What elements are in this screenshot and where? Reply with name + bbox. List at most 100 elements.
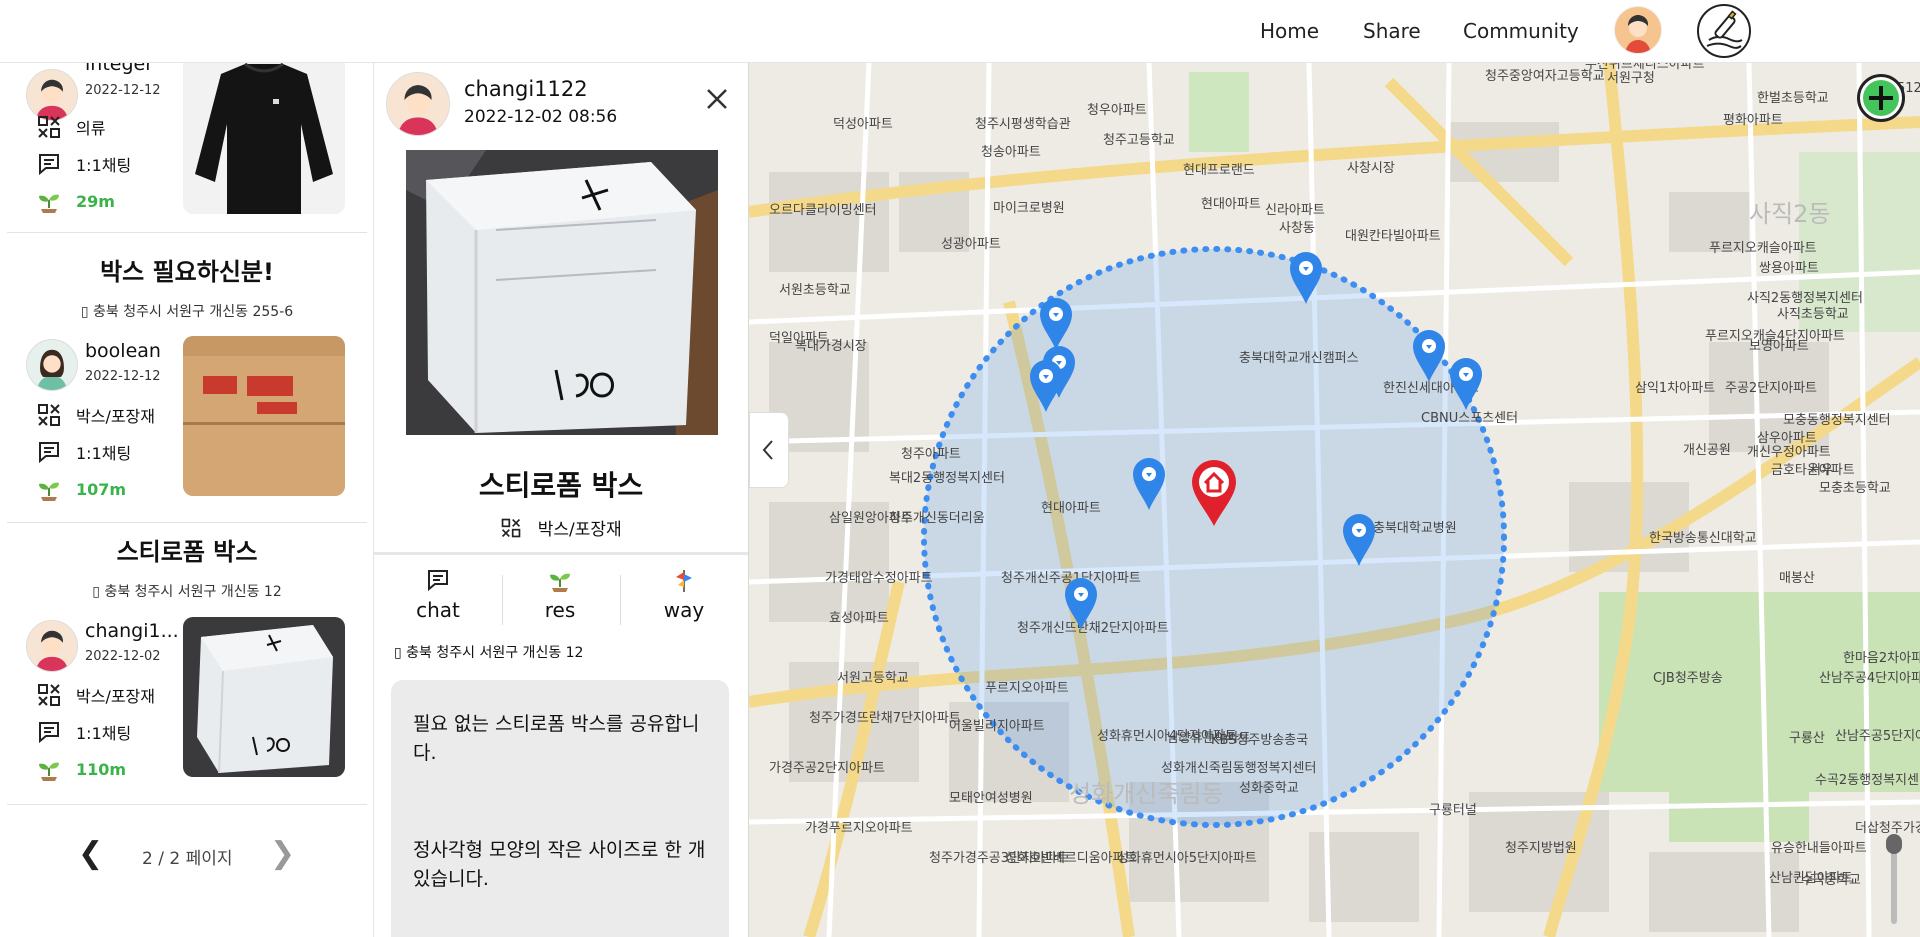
post-date: 2022-12-02: [85, 649, 161, 664]
page-indicator: 2 / 2 페이지: [142, 849, 233, 869]
map-label: 청주지방법원: [1505, 841, 1577, 856]
profile-avatar-icon: [1615, 7, 1661, 53]
post-detail-panel: changi1122 2022-12-02 08:56 스티로폼 박스 박스/포…: [374, 62, 749, 937]
map-view[interactable]: 서원구청 청주중앙여자고등학교 한벌초등학교 덕성아파트 청주시평생학습관 청우아파트 청송…: [749, 62, 1920, 937]
description-box: 필요 없는 스티로폼 박스를 공유합니다. 정사각형 모양의 작은 사이즈로 한…: [391, 680, 729, 937]
map-label: 수곡2동행정복지센터: [1815, 772, 1920, 788]
post-card[interactable]: 스티로폼 박스 ▯ 충북 청주시 서원구 개신동 12 changi1... 2…: [7, 522, 367, 805]
map-label: 성화중학교: [1239, 781, 1299, 796]
res-action-label: res: [544, 598, 576, 622]
map-label: 보영아파트: [1749, 339, 1809, 354]
map-label: 푸르지오캐슬아파트: [1709, 241, 1817, 256]
plus-icon: [1863, 80, 1899, 116]
post-datetime: 2022-12-02 08:56: [464, 107, 618, 127]
map-label: 사창동: [1279, 221, 1315, 236]
category-label: 의류: [76, 119, 106, 138]
close-icon: [707, 89, 727, 109]
zoom-slider-handle[interactable]: [1886, 834, 1902, 854]
map-icon: ▯: [80, 304, 89, 320]
map-label: 현대아파트: [1041, 501, 1101, 516]
map-label: 가경주공2단지아파트: [769, 761, 885, 776]
detail-category: 박스/포장재: [374, 515, 748, 540]
map-label: 마이크로병원: [993, 201, 1065, 216]
map-label: 유승한내들아파트: [1771, 841, 1867, 856]
map-label: 쌍용아파트: [1759, 261, 1819, 276]
sprout-icon: [39, 194, 59, 213]
post-address: ▯ 충북 청주시 서원구 개신동 12: [7, 581, 367, 601]
distance-label: 107m: [76, 479, 127, 499]
map-label: 성화개신죽림동: [1069, 780, 1224, 808]
nav-share-link[interactable]: Share: [1363, 19, 1421, 43]
map-label: 한벌초등학교: [1757, 91, 1829, 106]
map-label: 서원구청: [1607, 71, 1655, 86]
panel-collapse-button[interactable]: [749, 412, 789, 488]
map-label: 충북대학교병원: [1373, 521, 1457, 536]
post-card[interactable]: integer 2022-12-12 의류 1:1채팅 29m: [7, 62, 367, 233]
map-label: 충북대학교개신캠퍼스: [1239, 351, 1359, 366]
map-label: 복대가경시장: [795, 339, 867, 354]
map-icon: ▯: [92, 584, 100, 600]
map-label: 청송아파트: [981, 145, 1041, 160]
distance-label: 110m: [76, 759, 127, 779]
detail-address-text: 충북 청주시 서원구 개신동 12: [406, 645, 584, 661]
map-label: KBS청주방송총국: [1211, 733, 1308, 748]
female-avatar-icon: [27, 340, 77, 390]
chat-row: 1:1채팅: [36, 439, 131, 465]
detail-category-label: 박스/포장재: [537, 520, 622, 540]
map-label: 삼우아파트: [1757, 431, 1817, 446]
map-label: 한국방송통신대학교: [1649, 531, 1757, 546]
category-row: 박스/포장재: [36, 402, 155, 428]
map-label: 성화개신죽림동행정복지센터: [1161, 760, 1316, 776]
sprout-icon: [550, 573, 570, 592]
map-label: 개신공원: [1683, 443, 1731, 458]
chat-action-button[interactable]: chat: [383, 567, 493, 622]
chat-action-label: chat: [416, 598, 460, 622]
nav-community-link[interactable]: Community: [1463, 19, 1579, 43]
map-label: 사직2동: [1749, 200, 1831, 228]
post-title: 박스 필요하신분!: [100, 258, 274, 286]
distance-label: 29m: [76, 191, 115, 211]
res-action-button[interactable]: res: [505, 567, 615, 622]
way-action-button[interactable]: way: [629, 567, 739, 622]
profile-avatar[interactable]: [1614, 6, 1662, 54]
post-address-text: 충북 청주시 서원구 개신동 12: [104, 584, 282, 600]
chat-label: 1:1채팅: [76, 724, 132, 743]
post-thumbnail[interactable]: [183, 62, 345, 214]
post-title: 스티로폼 박스: [116, 538, 258, 566]
map-canvas[interactable]: 서원구청청주중앙여자고등학교한벌초등학교덕성아파트 청주시평생학습관청우아파트청송…: [749, 62, 1920, 937]
description-paragraph: 필요 없는 스티로폼 박스를 공유합니다.: [413, 713, 700, 764]
chevron-left-icon: [762, 440, 773, 460]
sweater-image: [183, 62, 345, 214]
category-row: 박스/포장재: [36, 682, 155, 708]
top-navbar: Home Share Community: [0, 0, 1920, 63]
category-icon: [38, 404, 60, 426]
map-label: 서원고등학교: [837, 671, 909, 686]
post-address-text: 충북 청주시 서원구 개신동 255-6: [93, 304, 294, 320]
map-label: 오르다클라이밍센터: [769, 203, 877, 218]
add-post-button[interactable]: [1857, 74, 1905, 122]
close-button[interactable]: [700, 82, 734, 116]
prev-page-icon[interactable]: ❮: [78, 836, 103, 871]
map-label: 복대2동행정복지센터: [889, 470, 1005, 486]
app-logo[interactable]: [1697, 4, 1751, 58]
map-label: 삼익1차아파트: [1635, 381, 1715, 396]
distance-row: 29m: [36, 188, 115, 214]
chat-bubble-icon: [39, 722, 59, 744]
post-thumbnail[interactable]: [183, 617, 345, 777]
category-icon: [38, 116, 60, 138]
user-avatar: [26, 339, 78, 391]
next-page-icon[interactable]: ❯: [270, 836, 295, 871]
author-name: changi1122: [464, 77, 588, 101]
nav-home-link[interactable]: Home: [1260, 19, 1319, 43]
post-card[interactable]: 박스 필요하신분! ▯ 충북 청주시 서원구 개신동 255-6 boolean…: [7, 242, 367, 523]
category-row: 의류: [36, 114, 105, 140]
map-icon: ▯: [394, 645, 402, 661]
map-label: 가경태암수정아파트: [825, 571, 933, 586]
chat-row: 1:1채팅: [36, 719, 131, 745]
male-avatar-icon: [27, 621, 77, 671]
map-label: 청주개신동더리움: [889, 511, 985, 526]
post-date: 2022-12-12: [85, 369, 161, 384]
category-icon: [502, 518, 521, 538]
post-thumbnail[interactable]: [183, 336, 345, 496]
cardboard-box-image: [183, 336, 345, 496]
